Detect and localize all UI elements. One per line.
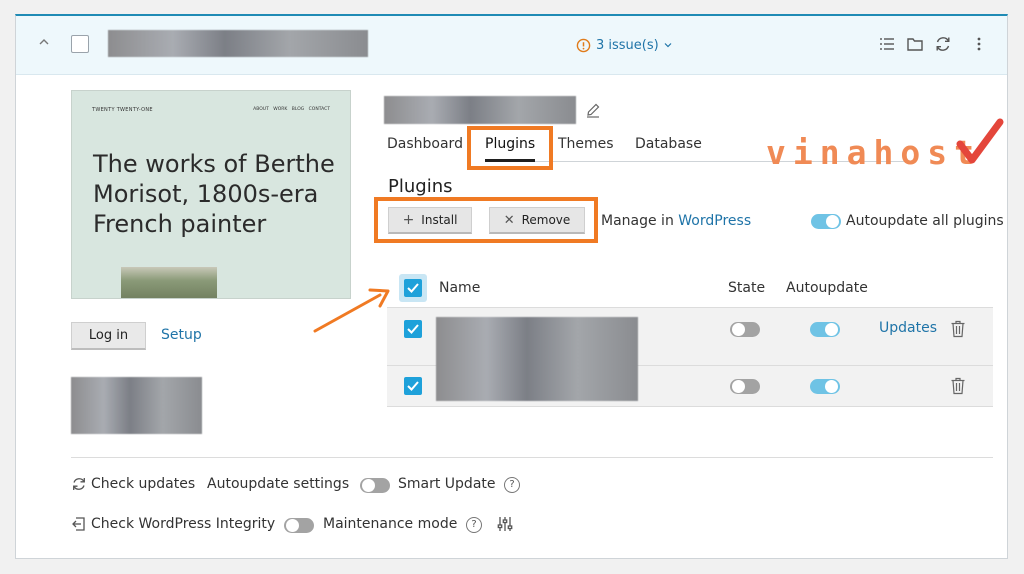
state-toggle[interactable] <box>730 379 760 394</box>
autoupdate-all-label: Autoupdate all plugins <box>846 213 1004 229</box>
select-all-checkbox[interactable] <box>404 279 422 297</box>
annotation-arrow <box>313 288 390 333</box>
chevron-down-icon <box>664 43 672 48</box>
site-preview-thumbnail[interactable]: TWENTY TWENTY-ONE ABOUT WORK BLOG CONTAC… <box>71 90 351 299</box>
site-card: 3 issue(s) TWENTY TWENTY-ONE ABOUT WORK … <box>15 14 1008 559</box>
maintenance-mode-label: Maintenance mode <box>323 516 458 532</box>
column-state: State <box>728 280 766 296</box>
site-select-checkbox[interactable] <box>71 35 89 53</box>
plugins-section-title: Plugins <box>388 176 453 197</box>
maintenance-mode-toggle[interactable] <box>284 518 314 533</box>
tab-database[interactable]: Database <box>635 136 702 152</box>
pencil-icon[interactable] <box>585 102 601 118</box>
updates-link[interactable]: Updates <box>879 320 937 336</box>
preview-site-title: TWENTY TWENTY-ONE <box>92 107 153 113</box>
trash-icon[interactable] <box>950 377 966 395</box>
state-toggle[interactable] <box>730 322 760 337</box>
issues-link[interactable]: 3 issue(s) <box>576 36 672 54</box>
help-icon[interactable]: ? <box>466 517 482 533</box>
list-icon[interactable] <box>878 35 896 53</box>
site-card-header: 3 issue(s) <box>16 16 1007 75</box>
sliders-icon[interactable] <box>497 516 513 532</box>
manage-prefix: Manage in <box>601 213 679 229</box>
preview-image <box>121 267 217 298</box>
autoupdate-toggle[interactable] <box>810 322 840 337</box>
manage-in-wordpress: Manage in WordPress <box>601 213 751 229</box>
autoupdate-all-toggle[interactable] <box>811 214 841 229</box>
wordpress-link[interactable]: WordPress <box>678 213 751 229</box>
check-updates-link[interactable]: Check updates <box>91 476 195 492</box>
issues-label: 3 issue(s) <box>596 37 659 53</box>
tab-themes[interactable]: Themes <box>558 136 614 152</box>
checkmark-logo-icon <box>956 118 1004 164</box>
autoupdate-toggle[interactable] <box>810 379 840 394</box>
folder-icon[interactable] <box>906 35 924 53</box>
warning-circle-icon <box>576 38 591 52</box>
more-vertical-icon[interactable] <box>970 35 988 53</box>
row-checkbox[interactable] <box>404 377 422 395</box>
footer-divider <box>71 457 993 458</box>
preview-headline: The works of Berthe Morisot, 1800s-era F… <box>93 150 335 238</box>
autoupdate-settings-link[interactable]: Autoupdate settings <box>207 476 349 492</box>
site-name-redacted <box>108 30 368 57</box>
log-in-button[interactable]: Log in <box>71 322 146 350</box>
smart-update-toggle[interactable] <box>360 478 390 493</box>
site-url-redacted <box>71 377 202 434</box>
plugins-tab-highlight <box>467 126 553 170</box>
refresh-icon <box>73 478 85 490</box>
setup-link[interactable]: Setup <box>161 327 202 343</box>
row-separator <box>387 406 993 407</box>
check-integrity-link[interactable]: Check WordPress Integrity <box>91 516 275 532</box>
site-title-redacted <box>384 96 576 124</box>
tab-dashboard[interactable]: Dashboard <box>387 136 463 152</box>
smart-update-label: Smart Update <box>398 476 496 492</box>
trash-icon[interactable] <box>950 320 966 338</box>
refresh-icon[interactable] <box>934 35 952 53</box>
preview-nav: ABOUT WORK BLOG CONTACT <box>253 107 330 112</box>
integrity-icon <box>72 517 85 531</box>
install-remove-highlight <box>374 197 598 243</box>
column-autoupdate: Autoupdate <box>786 280 868 296</box>
help-icon[interactable]: ? <box>504 477 520 493</box>
chevron-up-icon[interactable] <box>38 36 50 48</box>
vinahost-watermark: vinahost <box>766 133 981 172</box>
column-name: Name <box>439 280 481 296</box>
row-checkbox[interactable] <box>404 320 422 338</box>
plugin-names-redacted <box>436 317 638 401</box>
